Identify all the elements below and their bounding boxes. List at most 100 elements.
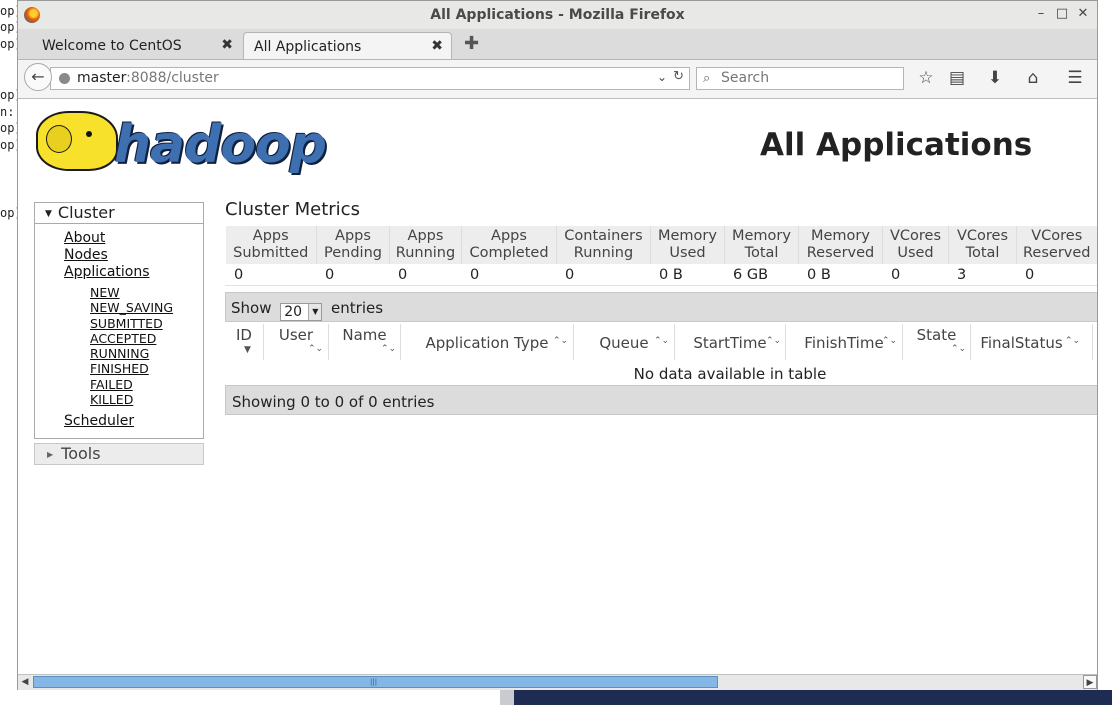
back-button[interactable]: ←	[24, 63, 52, 91]
cluster-label: Cluster	[57, 203, 115, 222]
scrollbar-thumb[interactable]: |||	[33, 676, 718, 688]
close-window-button[interactable]: ✕	[1075, 6, 1091, 21]
metric-value: 0 B	[650, 264, 725, 286]
scroll-right-arrow-icon[interactable]: ▶	[1083, 675, 1097, 689]
main-panel: Cluster Metrics Apps Submitted Apps Pendin…	[225, 199, 1097, 415]
column-header-finalstatus[interactable]: FinalStatus ⌃⌄	[971, 324, 1093, 360]
column-header-finishtime[interactable]: FinishTime ⌃⌄	[786, 324, 903, 360]
download-icon[interactable]: ⬇	[984, 68, 1006, 88]
bookmark-star-icon[interactable]: ☆	[915, 68, 937, 88]
navigation-toolbar: master:8088/cluster ⌄ ↻ ← ⌕ Search ☆ ▤ ⬇…	[18, 60, 1097, 99]
home-icon[interactable]: ⌂	[1022, 68, 1044, 88]
state-link-new[interactable]: NEW	[90, 285, 203, 300]
state-link-failed[interactable]: FAILED	[90, 377, 203, 392]
metric-header: Containers Running	[556, 226, 651, 264]
column-header-user[interactable]: User ⌃⌄	[264, 324, 329, 360]
scrollbar-grip: |||	[370, 678, 378, 686]
column-header-name[interactable]: Name ⌃⌄	[329, 324, 401, 360]
state-link-new-saving[interactable]: NEW_SAVING	[90, 300, 203, 315]
metric-value: 0	[882, 264, 949, 286]
apps-table-header: ID ▼ User ⌃⌄ Name ⌃⌄ Application Type ⌃⌄ Que…	[225, 324, 1093, 360]
sort-icon: ⌃⌄	[654, 336, 670, 346]
application-state-links: NEW NEW_SAVING SUBMITTED ACCEPTED RUNNIN…	[64, 285, 203, 407]
sort-icon: ⌃⌄	[766, 336, 782, 346]
tools-section-header[interactable]: ▶ Tools	[34, 443, 204, 466]
apps-table-toolbar: Show 20 ▼ entries	[225, 292, 1097, 322]
metric-value: 0	[461, 264, 557, 286]
url-bar[interactable]: master:8088/cluster ⌄ ↻	[50, 67, 690, 90]
column-header-starttime[interactable]: StartTime ⌃⌄	[675, 324, 786, 360]
reload-icon[interactable]: ↻	[673, 69, 684, 84]
state-link-submitted[interactable]: SUBMITTED	[90, 316, 203, 331]
sidebar: ▼ Cluster About Nodes Applications NEW NE…	[34, 202, 204, 466]
metric-header: Memory Total	[724, 226, 799, 264]
reading-list-icon[interactable]: ▤	[946, 68, 968, 88]
metric-header: VCores Reserved	[1016, 226, 1097, 264]
page-content: hadoop All Applications ▼ Cluster About N…	[18, 99, 1097, 674]
sidebar-link-nodes[interactable]: Nodes	[64, 247, 203, 264]
close-tab-icon[interactable]: ✖	[431, 38, 443, 54]
metric-header: VCores Used	[882, 226, 949, 264]
state-link-killed[interactable]: KILLED	[90, 392, 203, 407]
title-bar[interactable]: All Applications - Mozilla Firefox – □ ✕	[18, 1, 1097, 29]
tab-label: Welcome to CentOS	[42, 38, 182, 54]
logo-wordmark: hadoop	[114, 115, 327, 175]
sidebar-link-scheduler[interactable]: Scheduler	[64, 413, 203, 430]
column-header-id[interactable]: ID ▼	[225, 324, 264, 360]
tab-bar: Welcome to CentOS ✖ All Applications ✖ ✚	[18, 29, 1097, 60]
metrics-value-row: 0 0 0 0 0 0 B 6 GB 0 B 0 3 0	[225, 264, 1097, 286]
hadoop-logo: hadoop	[36, 109, 336, 179]
metric-value: 0	[1016, 264, 1097, 286]
entries-label: entries	[331, 299, 384, 317]
metric-value: 3	[948, 264, 1017, 286]
metric-header: Apps Pending	[316, 226, 390, 264]
terminal-line: n:	[0, 105, 15, 119]
globe-icon	[59, 73, 70, 84]
scroll-left-arrow-icon[interactable]: ◀	[18, 675, 32, 689]
metric-value: 0	[556, 264, 651, 286]
collapse-triangle-icon: ▼	[45, 209, 52, 219]
cluster-header[interactable]: ▼ Cluster	[35, 203, 203, 224]
horizontal-scrollbar[interactable]: ◀ ||| ▶	[18, 674, 1097, 690]
sort-icon: ⌃⌄	[308, 344, 324, 354]
column-header-queue[interactable]: Queue ⌃⌄	[574, 324, 675, 360]
new-tab-button[interactable]: ✚	[464, 33, 479, 54]
url-host: master	[77, 70, 127, 86]
background-terminal: op] op] op] op] n: op] op] op]	[0, 0, 22, 705]
close-tab-icon[interactable]: ✖	[221, 37, 233, 53]
metric-value: 6 GB	[724, 264, 799, 286]
elephant-eye	[86, 131, 92, 137]
page-title: All Applications	[760, 127, 1033, 163]
metric-value: 0 B	[798, 264, 883, 286]
cluster-section: ▼ Cluster About Nodes Applications NEW NE…	[34, 202, 204, 440]
search-icon: ⌕	[703, 71, 711, 86]
metric-header: Apps Running	[389, 226, 462, 264]
metric-header: Memory Reserved	[798, 226, 883, 264]
sidebar-link-applications[interactable]: Applications	[64, 264, 203, 281]
tab-welcome-centos[interactable]: Welcome to CentOS ✖	[18, 32, 241, 59]
metric-header: VCores Total	[948, 226, 1017, 264]
metric-value: 0	[316, 264, 390, 286]
page-size-select[interactable]: 20 ▼	[280, 303, 323, 321]
state-link-running[interactable]: RUNNING	[90, 346, 203, 361]
metric-value: 0	[389, 264, 462, 286]
column-header-application-type[interactable]: Application Type ⌃⌄	[401, 324, 574, 360]
sidebar-link-about[interactable]: About	[64, 230, 203, 247]
minimize-button[interactable]: –	[1033, 6, 1049, 21]
menu-icon[interactable]: ☰	[1064, 68, 1086, 88]
url-history-dropdown-icon[interactable]: ⌄	[657, 70, 667, 84]
search-input[interactable]: ⌕ Search	[696, 67, 904, 90]
cluster-metrics-table: Apps Submitted Apps Pending Apps Running Ap…	[225, 226, 1097, 286]
taskbar-block	[500, 690, 514, 705]
tab-label: All Applications	[254, 39, 362, 55]
state-link-finished[interactable]: FINISHED	[90, 361, 203, 376]
cluster-metrics-title: Cluster Metrics	[225, 199, 360, 220]
metrics-header-row: Apps Submitted Apps Pending Apps Running Ap…	[225, 226, 1097, 264]
column-header-state[interactable]: State ⌃⌄	[903, 324, 971, 360]
show-label: Show	[231, 299, 272, 317]
maximize-button[interactable]: □	[1054, 6, 1070, 21]
sort-icon: ⌃⌄	[381, 344, 397, 354]
background-taskbar	[500, 690, 1112, 705]
tab-all-applications[interactable]: All Applications ✖	[243, 32, 452, 59]
state-link-accepted[interactable]: ACCEPTED	[90, 331, 203, 346]
